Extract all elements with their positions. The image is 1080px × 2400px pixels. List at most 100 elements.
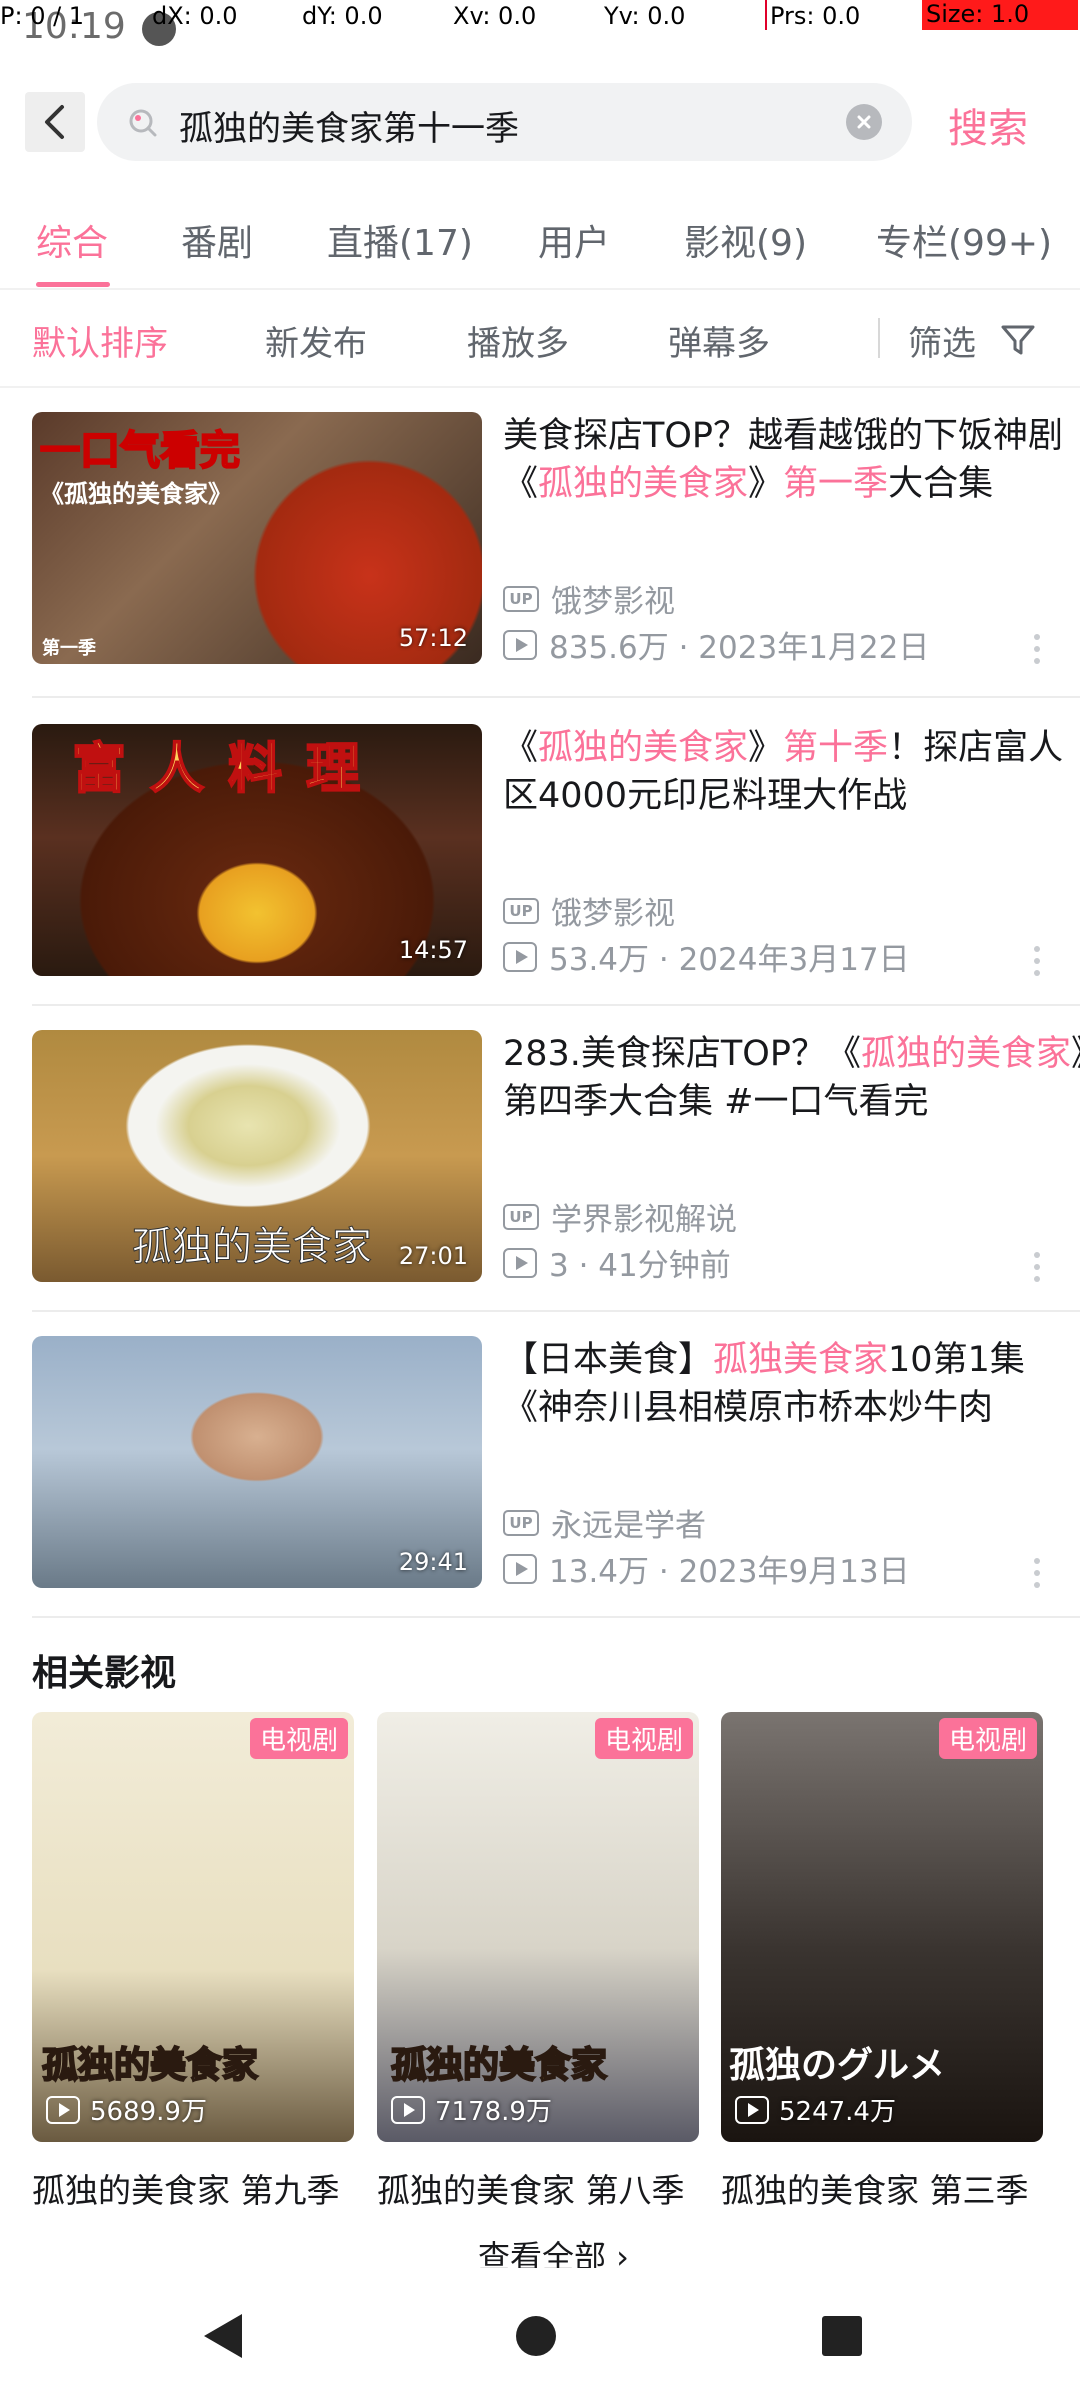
filter-button[interactable]: 筛选: [908, 316, 976, 365]
related-section-title: 相关影视: [32, 1653, 177, 1694]
search-query: 孤独的美食家第十一季: [179, 109, 519, 149]
video-title[interactable]: 美食探店TOP？越看越饿的下饭神剧《孤独的美食家》第一季大合集: [503, 412, 1080, 508]
related-item-title[interactable]: 孤独的美食家 第九季: [32, 2164, 340, 2212]
title-text: 》: [748, 464, 784, 504]
up-icon: UP: [503, 1203, 539, 1230]
video-card[interactable]: 29:41 【日本美食】孤独美食家10第1集《神奈川县相模原市桥本炒牛肉 UP …: [32, 1336, 1072, 1636]
search-results-screen: 10:19 P: 0 / 1 dX: 0.0 dY: 0.0 Xv: 0.0 Y…: [0, 0, 1080, 2400]
title-highlight: 孤独美食家: [713, 1340, 889, 1380]
tab-all[interactable]: 综合: [36, 214, 108, 266]
nav-back-icon[interactable]: [204, 2314, 242, 2358]
play-count-icon: [46, 2095, 80, 2124]
search-input[interactable]: 孤独的美食家第十一季: [97, 83, 912, 161]
video-card[interactable]: 一口气看完 《孤独的美食家》 第一季 57:12 美食探店TOP？越看越饿的下饭…: [32, 412, 1072, 712]
more-options-icon[interactable]: [1032, 946, 1042, 982]
title-text: 大合集: [888, 464, 994, 504]
uploader-name: 饿梦影视: [551, 896, 675, 932]
more-options-icon[interactable]: [1032, 1252, 1042, 1288]
divider: [32, 1616, 1080, 1618]
up-icon: UP: [503, 897, 539, 924]
video-thumbnail[interactable]: 一口气看完 《孤独的美食家》 第一季 57:12: [32, 412, 482, 664]
play-count-icon: [391, 2095, 425, 2124]
view-count: 5247.4万: [779, 2097, 896, 2127]
thumbnail-corner-label: 第一季: [42, 638, 96, 659]
back-button[interactable]: [25, 92, 85, 152]
video-thumbnail[interactable]: 富人料理 14:57: [32, 724, 482, 976]
system-nav-bar: [0, 2268, 1080, 2400]
related-item-title[interactable]: 孤独的美食家 第八季: [377, 2164, 685, 2212]
video-title[interactable]: 《孤独的美食家》第十季！探店富人区4000元印尼料理大作战: [503, 724, 1080, 820]
title-text: 》: [748, 728, 784, 768]
video-title[interactable]: 【日本美食】孤独美食家10第1集《神奈川县相模原市桥本炒牛肉: [503, 1336, 1080, 1432]
uploader-row[interactable]: UP 饿梦影视: [503, 576, 675, 621]
debug-divider: [765, 0, 767, 30]
view-all-link[interactable]: 查看全部 ›: [478, 2232, 629, 2268]
sort-most-danmaku[interactable]: 弹幕多: [668, 316, 770, 365]
poster-views: 5247.4万: [735, 2091, 896, 2128]
tv-series-badge: 电视剧: [594, 1718, 693, 1759]
play-count-icon: [735, 2095, 769, 2124]
play-count-icon: [503, 941, 537, 972]
result-tabs: 综合 番剧 直播(17) 用户 影视(9) 专栏(99+): [0, 206, 1080, 287]
view-count: 5689.9万: [90, 2097, 207, 2127]
filter-icon[interactable]: [998, 320, 1038, 360]
video-card[interactable]: 孤独的美食家 27:01 283.美食探店TOP？《孤独的美食家》第四季大合集 …: [32, 1030, 1080, 1330]
search-button[interactable]: 搜索: [948, 96, 1028, 154]
up-icon: UP: [503, 585, 539, 612]
play-count-icon: [503, 1553, 537, 1584]
uploader-row[interactable]: UP 饿梦影视: [503, 888, 675, 933]
debug-xv: Xv: 0.0: [453, 2, 537, 30]
tab-users[interactable]: 用户: [538, 214, 610, 266]
divider: [32, 1310, 1080, 1312]
tab-articles[interactable]: 专栏(99+): [876, 214, 1052, 266]
active-tab-indicator: [36, 282, 110, 287]
more-options-icon[interactable]: [1032, 1558, 1042, 1594]
debug-yv: Yv: 0.0: [604, 2, 686, 30]
poster-title-art: 孤独的美食家: [41, 2044, 259, 2087]
debug-dx: dX: 0.0: [152, 2, 238, 30]
status-bar: 10:19 P: 0 / 1 dX: 0.0 dY: 0.0 Xv: 0.0 Y…: [0, 0, 1080, 47]
debug-size: Size: 1.0: [922, 0, 1078, 30]
video-thumbnail[interactable]: 29:41: [32, 1336, 482, 1588]
close-icon: [857, 115, 871, 129]
chevron-left-icon: [45, 105, 64, 139]
tab-live[interactable]: 直播(17): [327, 214, 473, 266]
divider: [32, 696, 1080, 698]
video-thumbnail[interactable]: 孤独的美食家 27:01: [32, 1030, 482, 1282]
poster-views: 5689.9万: [46, 2091, 207, 2128]
uploader-name: 饿梦影视: [551, 584, 675, 620]
uploader-row[interactable]: UP 永远是学者: [503, 1500, 706, 1545]
title-highlight: 孤独的美食家: [538, 728, 749, 768]
title-text: 283.美食探店TOP？《: [503, 1034, 861, 1074]
play-count-date: 53.4万 · 2024年3月17日: [549, 942, 910, 978]
more-options-icon[interactable]: [1032, 634, 1042, 670]
video-card[interactable]: 富人料理 14:57 《孤独的美食家》第十季！探店富人区4000元印尼料理大作战…: [32, 724, 1072, 1024]
related-poster[interactable]: 电视剧 孤独的美食家 5689.9万: [32, 1712, 354, 2142]
sort-bar: 默认排序 新发布 播放多 弹幕多 筛选: [0, 312, 1080, 370]
clear-search-button[interactable]: [846, 104, 882, 140]
divider: [0, 288, 1080, 290]
sort-most-played[interactable]: 播放多: [467, 316, 569, 365]
search-icon: [129, 109, 157, 137]
play-count-date: 835.6万 · 2023年1月22日: [549, 630, 930, 666]
nav-recents-icon[interactable]: [822, 2316, 862, 2356]
video-duration: 27:01: [398, 1242, 468, 1270]
related-poster[interactable]: 电视剧 孤独のグルメ 5247.4万: [721, 1712, 1043, 2142]
nav-home-icon[interactable]: [516, 2316, 556, 2356]
tab-movies[interactable]: 影视(9): [684, 214, 807, 266]
related-poster[interactable]: 电视剧 孤独的美食家 7178.9万: [377, 1712, 699, 2142]
tab-bangumi[interactable]: 番剧: [181, 214, 253, 266]
video-stats: 3 · 41分钟前: [503, 1240, 731, 1285]
title-text: 《: [503, 728, 539, 768]
video-stats: 53.4万 · 2024年3月17日: [503, 934, 910, 979]
sort-newest[interactable]: 新发布: [265, 316, 367, 365]
video-title[interactable]: 283.美食探店TOP？《孤独的美食家》第四季大合集 #一口气看完: [503, 1030, 1080, 1126]
view-count: 7178.9万: [435, 2097, 552, 2127]
uploader-row[interactable]: UP 学界影视解说: [503, 1194, 737, 1239]
video-duration: 14:57: [398, 936, 468, 964]
poster-title-art: 孤独的美食家: [390, 2044, 608, 2087]
title-highlight: 第一季: [783, 464, 889, 504]
sort-default[interactable]: 默认排序: [32, 316, 168, 365]
video-duration: 57:12: [398, 624, 468, 652]
related-item-title[interactable]: 孤独的美食家 第三季: [721, 2164, 1029, 2212]
